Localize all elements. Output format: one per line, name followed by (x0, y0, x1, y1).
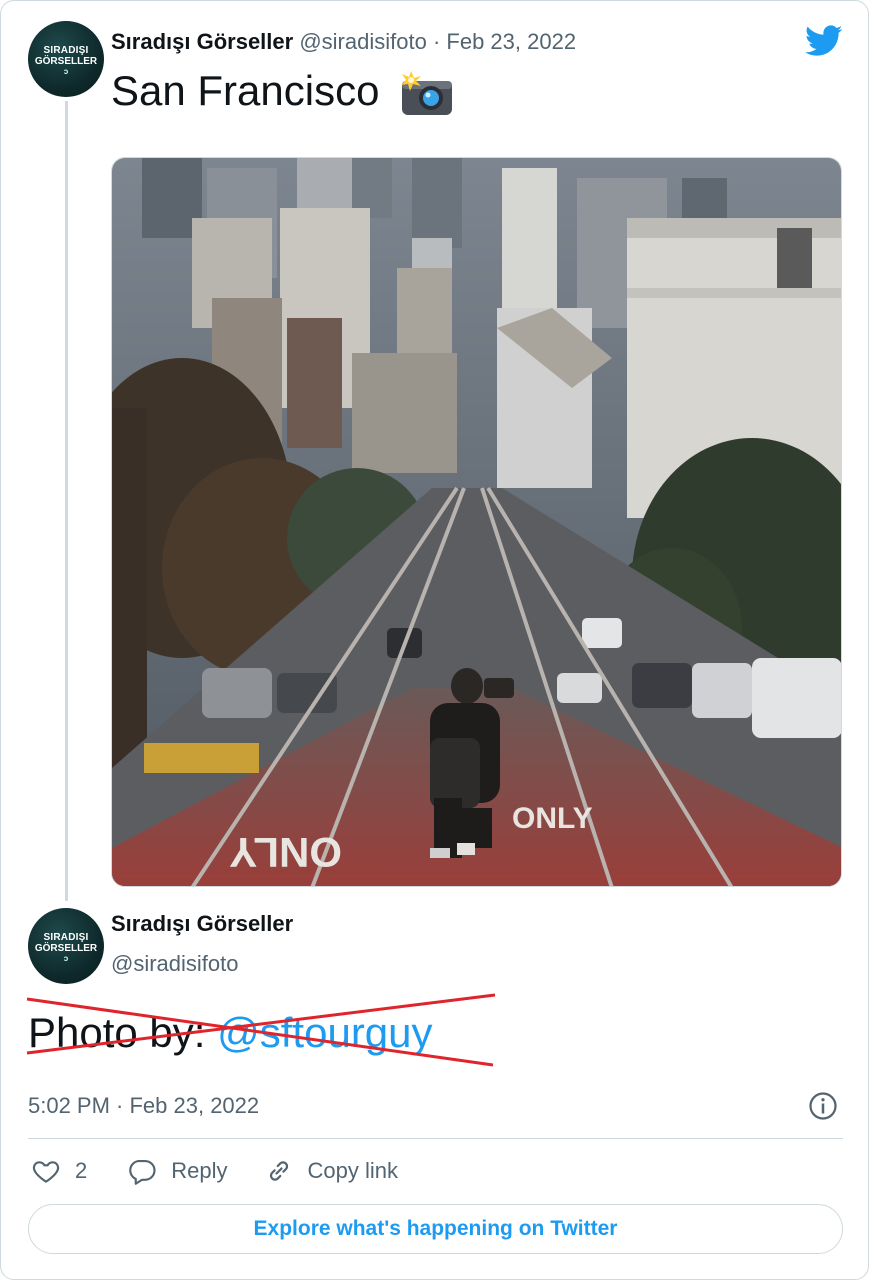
author-handle[interactable]: @siradisifoto (299, 29, 427, 54)
photo-credit-mention[interactable]: @sftourguy (217, 1009, 432, 1056)
avatar-text-line1: SIRADIŞI (43, 45, 89, 56)
tweet-date[interactable]: Feb 23, 2022 (446, 29, 576, 54)
avatar2-text-line1: SIRADIŞI (43, 932, 89, 943)
tweet-actions: 2 Reply Copy link (31, 1154, 398, 1188)
reply-bubble-icon (129, 1159, 156, 1185)
like-count: 2 (75, 1158, 88, 1183)
header-separator: · (432, 29, 441, 54)
svg-text:ONLY: ONLY (229, 829, 342, 876)
tweet-embed-card: SIRADIŞI GÖRSELLER ↄ Sıradışı Görseller … (0, 0, 869, 1280)
camera-flash-icon (399, 70, 455, 117)
tweet-header: Sıradışı Görseller @siradisifoto · Feb 2… (111, 29, 576, 55)
photo-credit-prefix: Photo by: (28, 1009, 218, 1056)
author-avatar[interactable]: SIRADIŞI GÖRSELLER ↄ (28, 21, 104, 97)
avatar-text-line2: GÖRSELLER (34, 56, 98, 67)
avatar2-text-line2: GÖRSELLER (34, 943, 98, 954)
avatar-text-line3: ↄ (63, 67, 69, 76)
divider (28, 1138, 843, 1139)
author-avatar-2[interactable]: SIRADIŞI GÖRSELLER ↄ (28, 908, 104, 984)
svg-text:ONLY: ONLY (512, 802, 593, 835)
copy-link-label: Copy link (307, 1158, 398, 1183)
avatar2-text-line3: ↄ (63, 954, 69, 963)
photo-credit: Photo by: @sftourguy (28, 1009, 433, 1057)
reply-label: Reply (171, 1158, 228, 1183)
author-name[interactable]: Sıradışı Görseller (111, 29, 293, 54)
tweet-text-content: San Francisco (111, 67, 380, 114)
heart-icon (32, 1161, 60, 1183)
author-block-handle[interactable]: @siradisifoto (111, 951, 293, 977)
author-block: Sıradışı Görseller @siradisifoto (111, 911, 293, 977)
thread-connector-line (65, 101, 68, 901)
info-icon[interactable] (808, 1091, 838, 1121)
twitter-bird-icon[interactable] (805, 25, 843, 57)
like-button[interactable]: 2 (31, 1156, 87, 1186)
reply-button[interactable]: Reply (127, 1156, 228, 1186)
tweet-timestamp[interactable]: 5:02 PM · Feb 23, 2022 (28, 1093, 259, 1119)
explore-twitter-button[interactable]: Explore what's happening on Twitter (28, 1204, 843, 1254)
tweet-photo-san-francisco-street[interactable]: ONLY ONLY (111, 157, 842, 887)
copy-link-button[interactable]: Copy link (264, 1156, 398, 1186)
tweet-text: San Francisco (111, 67, 455, 117)
author-block-name[interactable]: Sıradışı Görseller (111, 911, 293, 937)
link-icon (269, 1161, 288, 1181)
